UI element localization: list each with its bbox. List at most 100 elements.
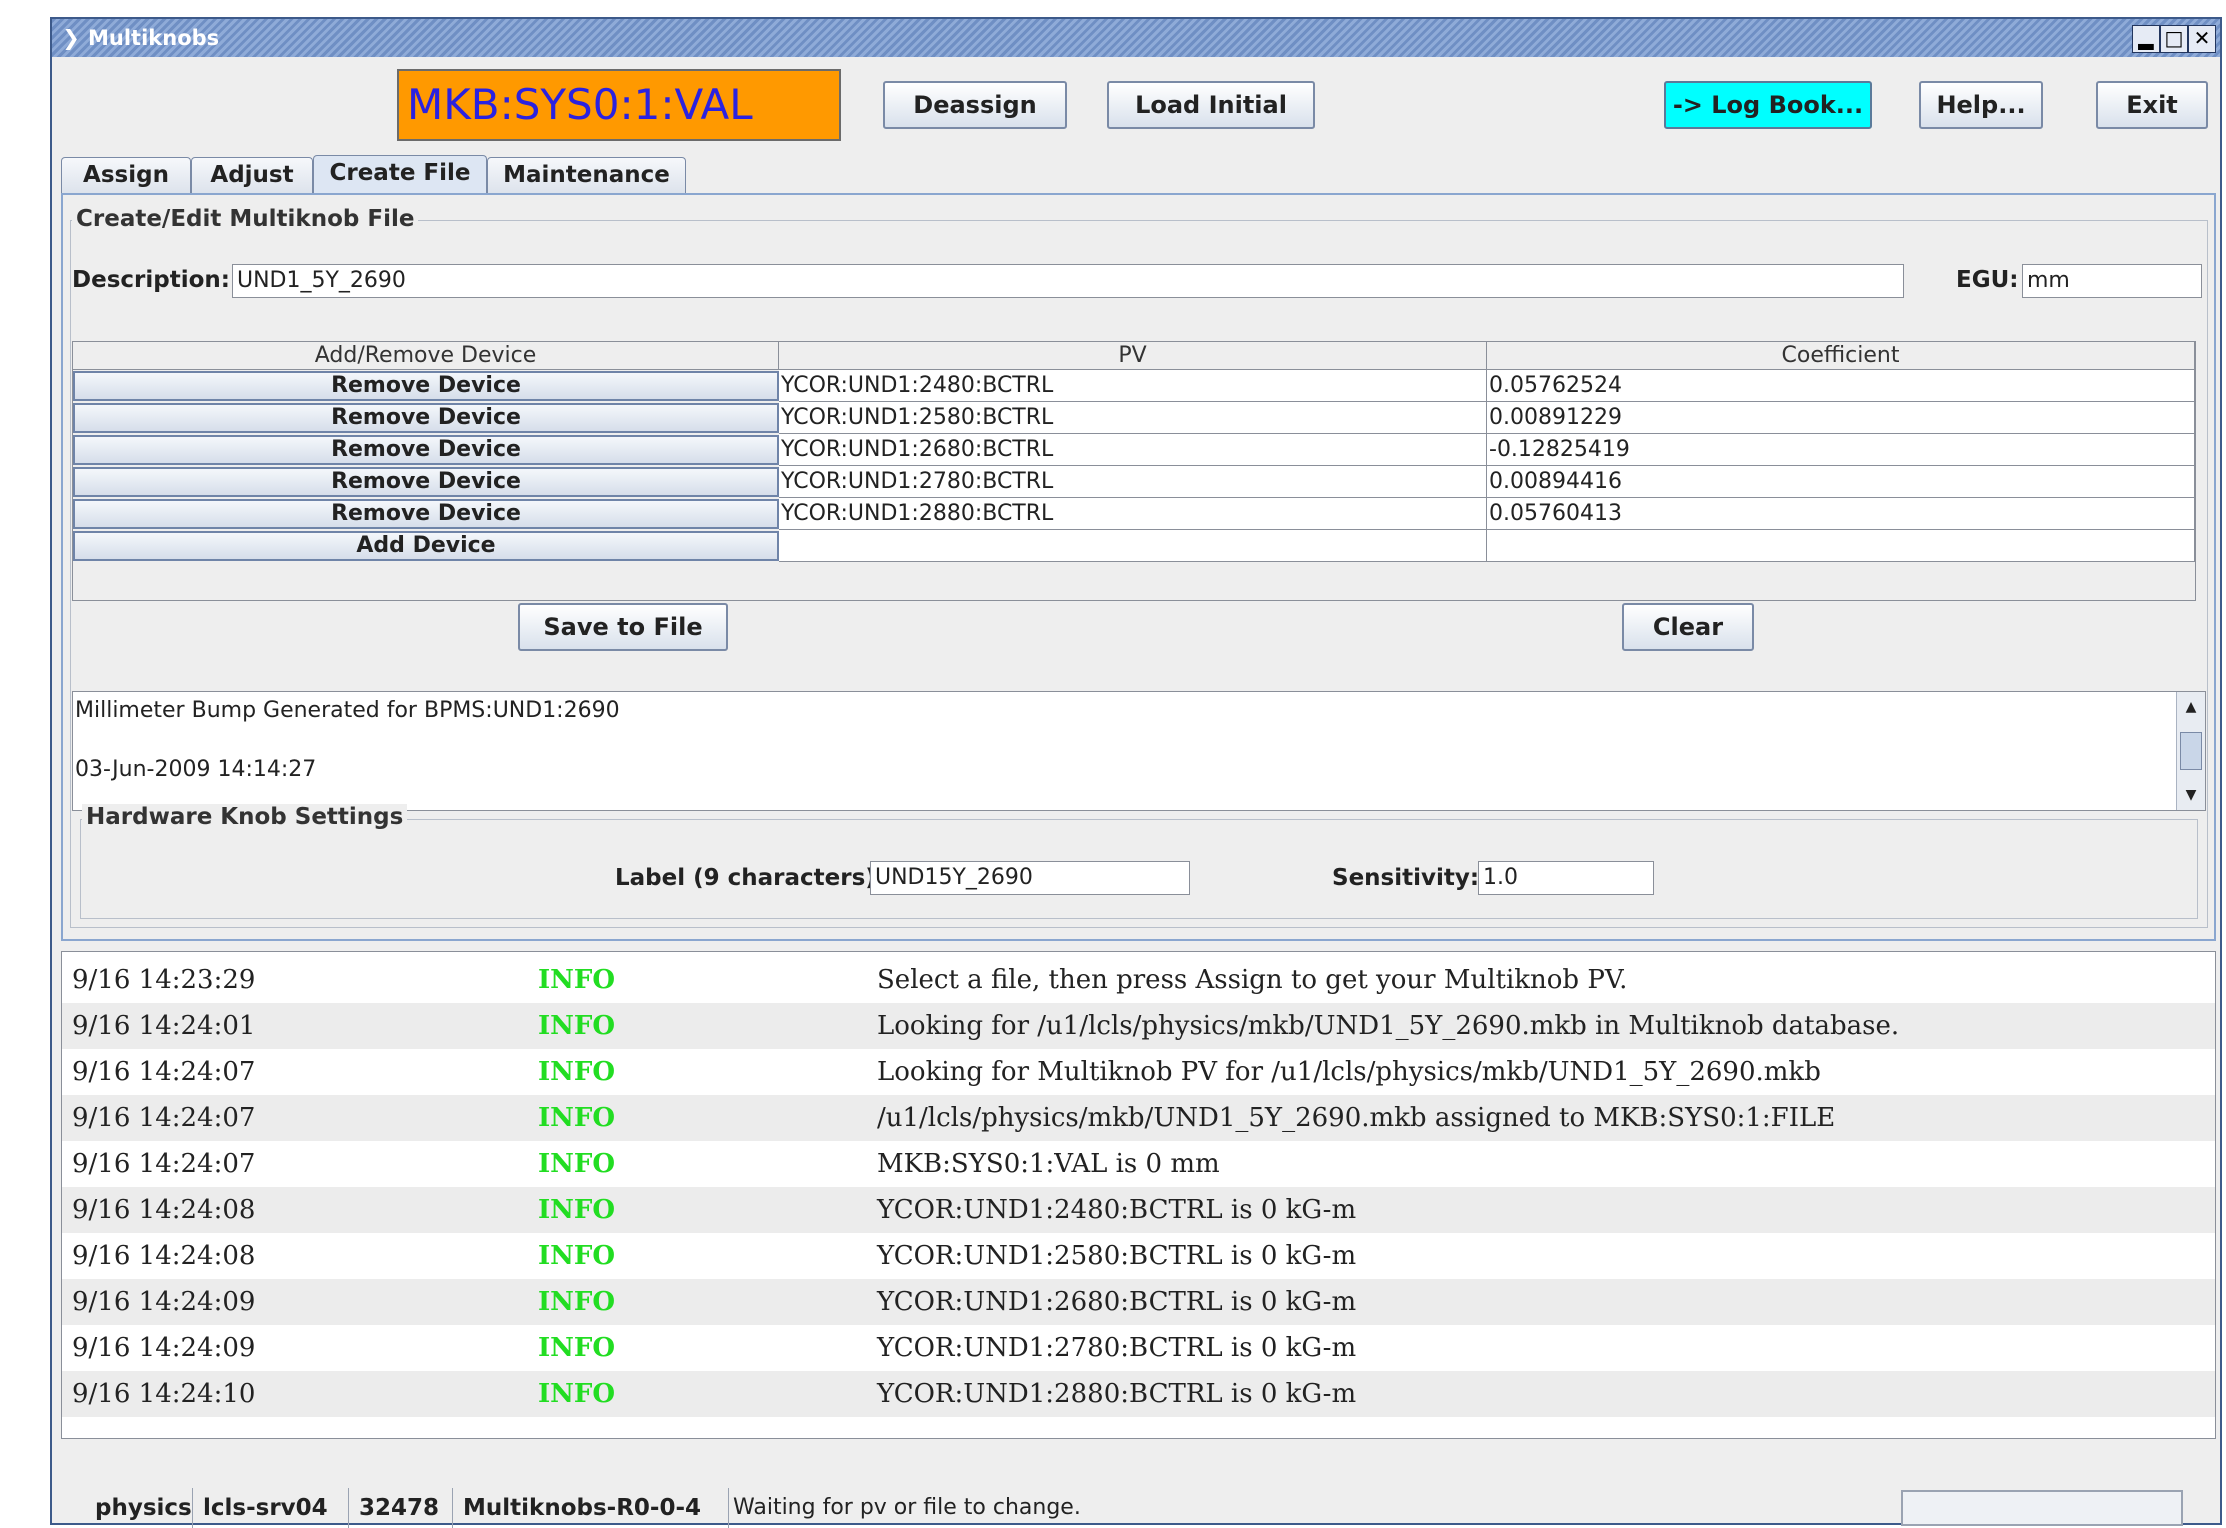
scroll-thumb[interactable]: [2180, 732, 2202, 770]
multiknobs-window: ❯ Multiknobs ▂ □ ✕ MKB:SYS0:1:VAL Deassi…: [50, 17, 2222, 1528]
log-row: 9/16 14:24:07 INFO /u1/lcls/physics/mkb/…: [62, 1095, 2215, 1141]
log-time: 9/16 14:24:09: [72, 1333, 256, 1363]
log-message: YCOR:UND1:2780:BCTRL is 0 kG-m: [877, 1333, 1357, 1363]
log-message: Looking for /u1/lcls/physics/mkb/UND1_5Y…: [877, 1011, 1900, 1041]
status-pid: 32478: [349, 1488, 453, 1528]
window-menu-icon[interactable]: ❯: [58, 19, 84, 57]
table-header-coefficient[interactable]: Coefficient: [1487, 342, 2195, 370]
log-time: 9/16 14:24:08: [72, 1241, 256, 1271]
close-icon[interactable]: ✕: [2188, 25, 2216, 53]
log-level: INFO: [538, 1195, 616, 1225]
coefficient-cell[interactable]: 0.05762524: [1487, 370, 2195, 402]
scroll-down-icon[interactable]: ▼: [2180, 784, 2202, 806]
log-level: INFO: [538, 1333, 616, 1363]
remove-device-button[interactable]: Remove Device: [73, 499, 779, 529]
log-level: INFO: [538, 1149, 616, 1179]
help-button[interactable]: Help...: [1919, 81, 2043, 129]
log-book-button[interactable]: -> Log Book...: [1664, 81, 1872, 129]
status-host: lcls-srv04: [193, 1488, 349, 1528]
status-app-version: Multiknobs-R0-0-4: [453, 1488, 729, 1528]
remove-device-button[interactable]: Remove Device: [73, 403, 779, 433]
knob-label-input[interactable]: UND15Y_2690: [870, 861, 1190, 895]
coefficient-cell[interactable]: 0.00891229: [1487, 402, 2195, 434]
log-row: 9/16 14:24:08 INFO YCOR:UND1:2480:BCTRL …: [62, 1187, 2215, 1233]
coefficient-cell[interactable]: 0.00894416: [1487, 466, 2195, 498]
table-header-add-remove[interactable]: Add/Remove Device: [73, 342, 779, 370]
egu-label: EGU:: [1956, 267, 2019, 293]
sensitivity-input[interactable]: 1.0: [1478, 861, 1654, 895]
status-bar: physics lcls-srv04 32478 Multiknobs-R0-0…: [61, 1488, 2216, 1528]
remove-device-button[interactable]: Remove Device: [73, 467, 779, 497]
log-time: 9/16 14:24:07: [72, 1057, 256, 1087]
maximize-icon[interactable]: □: [2160, 25, 2188, 53]
log-message: YCOR:UND1:2580:BCTRL is 0 kG-m: [877, 1241, 1357, 1271]
log-time: 9/16 14:24:01: [72, 1011, 256, 1041]
log-level: INFO: [538, 1287, 616, 1317]
log-message: /u1/lcls/physics/mkb/UND1_5Y_2690.mkb as…: [877, 1103, 1836, 1133]
log-message: YCOR:UND1:2480:BCTRL is 0 kG-m: [877, 1195, 1357, 1225]
description-input[interactable]: UND1_5Y_2690: [232, 264, 1904, 298]
notes-scrollbar[interactable]: ▲ ▼: [2176, 692, 2205, 810]
tab-adjust[interactable]: Adjust: [191, 157, 313, 193]
log-row: 9/16 14:24:07 INFO Looking for Multiknob…: [62, 1049, 2215, 1095]
coefficient-cell[interactable]: [1487, 530, 2195, 562]
status-progress-box: [1901, 1490, 2183, 1526]
create-edit-group-title: Create/Edit Multiknob File: [72, 206, 419, 232]
log-message: Select a file, then press Assign to get …: [877, 965, 1628, 995]
egu-input[interactable]: mm: [2022, 264, 2202, 298]
log-time: 9/16 14:24:10: [72, 1379, 256, 1409]
log-row: 9/16 14:24:08 INFO YCOR:UND1:2580:BCTRL …: [62, 1233, 2215, 1279]
pv-cell[interactable]: YCOR:UND1:2580:BCTRL: [779, 402, 1487, 434]
log-time: 9/16 14:23:29: [72, 965, 256, 995]
log-time: 9/16 14:24:09: [72, 1287, 256, 1317]
deassign-button[interactable]: Deassign: [883, 81, 1067, 129]
remove-device-button[interactable]: Remove Device: [73, 371, 779, 401]
exit-button[interactable]: Exit: [2096, 81, 2208, 129]
knob-label-label: Label (9 characters):: [615, 865, 886, 891]
log-time: 9/16 14:24:08: [72, 1195, 256, 1225]
log-row: 9/16 14:24:09 INFO YCOR:UND1:2780:BCTRL …: [62, 1325, 2215, 1371]
pv-cell[interactable]: YCOR:UND1:2880:BCTRL: [779, 498, 1487, 530]
log-level: INFO: [538, 965, 616, 995]
log-level: INFO: [538, 1011, 616, 1041]
log-time: 9/16 14:24:07: [72, 1149, 256, 1179]
log-row: 9/16 14:24:10 INFO YCOR:UND1:2880:BCTRL …: [62, 1371, 2215, 1417]
hardware-knob-group-title: Hardware Knob Settings: [82, 804, 408, 830]
pv-cell[interactable]: YCOR:UND1:2780:BCTRL: [779, 466, 1487, 498]
log-message: MKB:SYS0:1:VAL is 0 mm: [877, 1149, 1220, 1179]
description-label: Description:: [72, 267, 230, 293]
title-bar[interactable]: ❯ Multiknobs ▂ □ ✕: [52, 19, 2220, 57]
notes-line: 03-Jun-2009 14:14:27: [75, 757, 317, 782]
tab-assign[interactable]: Assign: [61, 157, 191, 193]
log-level: INFO: [538, 1241, 616, 1271]
device-table: Add/Remove Device PV Coefficient Remove …: [72, 341, 2196, 601]
log-row: 9/16 14:24:09 INFO YCOR:UND1:2680:BCTRL …: [62, 1279, 2215, 1325]
coefficient-cell[interactable]: -0.12825419: [1487, 434, 2195, 466]
save-to-file-button[interactable]: Save to File: [518, 603, 728, 651]
pv-cell[interactable]: YCOR:UND1:2480:BCTRL: [779, 370, 1487, 402]
add-device-button[interactable]: Add Device: [73, 531, 779, 561]
load-initial-button[interactable]: Load Initial: [1107, 81, 1315, 129]
multiknob-pv-display: MKB:SYS0:1:VAL: [397, 69, 841, 141]
log-level: INFO: [538, 1103, 616, 1133]
log-level: INFO: [538, 1379, 616, 1409]
minimize-icon[interactable]: ▂: [2132, 25, 2160, 53]
table-header-pv[interactable]: PV: [779, 342, 1487, 370]
pv-cell[interactable]: YCOR:UND1:2680:BCTRL: [779, 434, 1487, 466]
tab-create-file[interactable]: Create File: [313, 155, 487, 195]
notes-textarea[interactable]: Millimeter Bump Generated for BPMS:UND1:…: [72, 691, 2206, 811]
sensitivity-label: Sensitivity:: [1332, 865, 1480, 891]
pv-cell[interactable]: [779, 530, 1487, 562]
remove-device-button[interactable]: Remove Device: [73, 435, 779, 465]
status-user: physics: [85, 1488, 193, 1528]
log-message: Looking for Multiknob PV for /u1/lcls/ph…: [877, 1057, 1821, 1087]
message-log[interactable]: 9/16 14:23:29 INFO Select a file, then p…: [61, 951, 2216, 1439]
clear-button[interactable]: Clear: [1622, 603, 1754, 651]
scroll-up-icon[interactable]: ▲: [2180, 696, 2202, 718]
coefficient-cell[interactable]: 0.05760413: [1487, 498, 2195, 530]
tab-maintenance[interactable]: Maintenance: [487, 157, 686, 193]
status-message: Waiting for pv or file to change.: [733, 1495, 1081, 1520]
window-title: Multiknobs: [88, 26, 220, 50]
notes-line: Millimeter Bump Generated for BPMS:UND1:…: [75, 698, 620, 723]
log-row: 9/16 14:23:29 INFO Select a file, then p…: [62, 957, 2215, 1003]
